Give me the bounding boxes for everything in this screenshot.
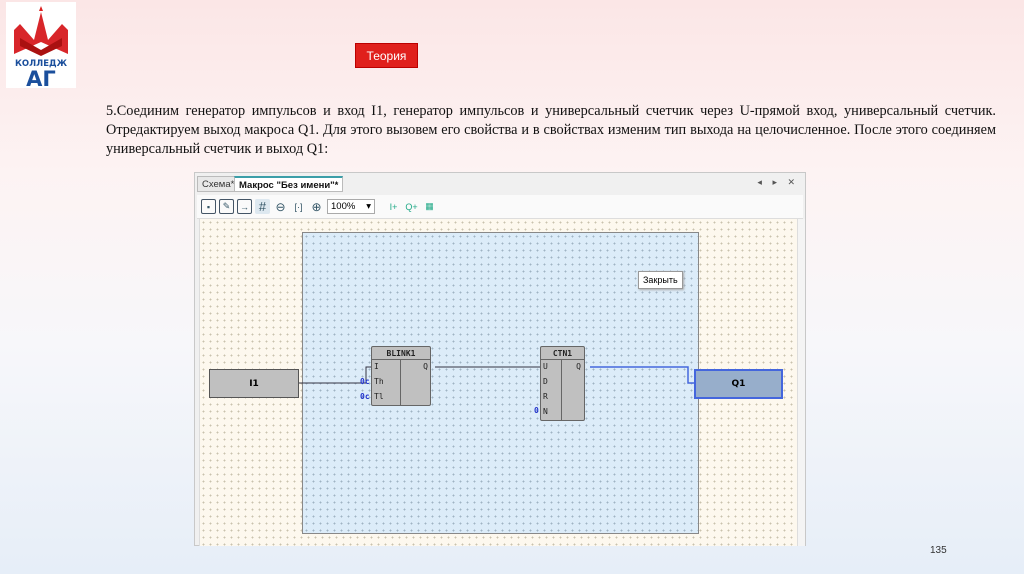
theory-button[interactable]: Теория — [355, 43, 418, 68]
zoom-out-icon[interactable]: ⊖ — [273, 199, 288, 214]
save-as-icon[interactable]: ✎ — [219, 199, 234, 214]
blink-block[interactable]: BLINK1 I Th Tl Q — [371, 346, 431, 406]
export-icon[interactable]: → — [237, 199, 252, 214]
zoom-select[interactable]: 100% ▾ — [327, 199, 375, 214]
close-tooltip: Закрыть — [638, 271, 683, 289]
output-block-q1[interactable]: Q1 — [694, 369, 783, 399]
editor-window: Схема* Макрос "Без имени"* ◂ ▸ ✕ ▪ ✎ → #… — [194, 172, 806, 546]
instruction-text: 5.Соединим генератор импульсов и вход I1… — [106, 103, 996, 157]
vertical-scrollbar[interactable] — [797, 219, 805, 546]
tab-navigation[interactable]: ◂ ▸ ✕ — [757, 177, 799, 188]
chevron-down-icon: ▾ — [366, 201, 371, 212]
diagram-canvas[interactable]: I1 Q1 BLINK1 I Th Tl Q 0c 0c CTN1 U D R … — [199, 219, 797, 546]
input-block-i1[interactable]: I1 — [209, 369, 299, 398]
add-input-icon[interactable]: I+ — [386, 199, 401, 214]
svg-text:АГ: АГ — [26, 67, 56, 88]
save-icon[interactable]: ▪ — [201, 199, 216, 214]
zoom-in-icon[interactable]: ⊕ — [309, 199, 324, 214]
add-block-icon[interactable]: ▦ — [422, 199, 437, 214]
counter-block[interactable]: CTN1 U D R N Q — [540, 346, 585, 421]
tab-schema[interactable]: Схема* — [197, 176, 240, 192]
toolbar: ▪ ✎ → # ⊖ [·] ⊕ 100% ▾ I+ Q+ ▦ — [197, 195, 803, 219]
grid-icon[interactable]: # — [255, 199, 270, 214]
page-number: 135 — [930, 545, 947, 556]
add-output-icon[interactable]: Q+ — [404, 199, 419, 214]
fit-icon[interactable]: [·] — [291, 199, 306, 214]
tab-macro[interactable]: Макрос "Без имени"* — [234, 176, 344, 192]
college-logo: КОЛЛЕДЖ АГ — [6, 2, 76, 91]
